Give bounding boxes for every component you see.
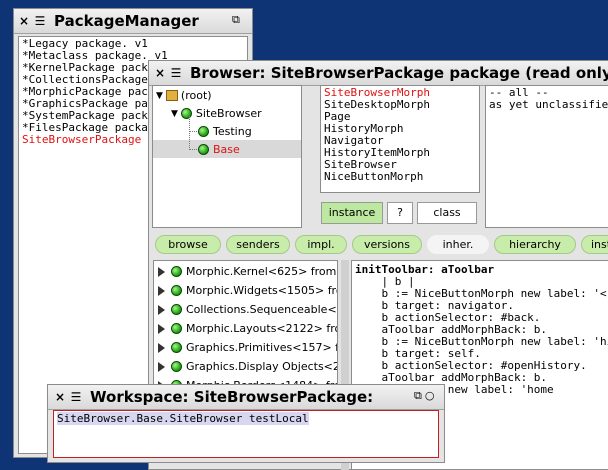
workspace-window[interactable]: × ☰ Workspace: SiteBrowserPackage: ⧉ ○ S…: [47, 384, 445, 463]
window-title: PackageManager: [54, 12, 199, 30]
class-list[interactable]: SiteBrowserMorph SiteDesktopMorph Page H…: [320, 85, 480, 193]
expand-triangle-icon[interactable]: ▼: [156, 91, 163, 101]
tab-inher[interactable]: inher.: [427, 235, 489, 254]
package-tree[interactable]: ▼ (root) ▼ SiteBrowser Testing Base: [152, 85, 302, 228]
browser-titlebar[interactable]: × ☰ Browser: SiteBrowserPackage package …: [149, 61, 608, 86]
tab-hierarchy[interactable]: hierarchy: [494, 235, 576, 254]
package-icon: [171, 361, 182, 372]
menu-icon[interactable]: ☰: [168, 66, 184, 80]
expand-icon[interactable]: ○: [425, 390, 435, 402]
tree-node-sitebrowser[interactable]: ▼ SiteBrowser: [171, 107, 262, 120]
tab-browse[interactable]: browse: [155, 235, 221, 254]
package-icon: [171, 285, 182, 296]
window-title: Browser: SiteBrowserPackage package (rea…: [190, 64, 608, 82]
package-icon: [198, 144, 209, 155]
list-item-label: Morphic.Widgets<1505> fro: [186, 284, 338, 297]
list-item[interactable]: Collections.Sequenceable<: [158, 303, 337, 316]
tree-guide-line: [189, 149, 197, 150]
list-item-label: Graphics.Display Objects<2: [186, 360, 338, 373]
tab-inst[interactable]: inst: [581, 235, 608, 254]
expand-triangle-icon[interactable]: [158, 266, 165, 277]
package-icon: [198, 126, 209, 137]
list-item-label: Morphic.Kernel<625> from: [186, 265, 337, 278]
window-controls: ⧉: [232, 14, 240, 26]
tree-root[interactable]: ▼ (root): [156, 89, 212, 102]
package-icon: [171, 323, 182, 334]
expand-triangle-icon[interactable]: [158, 304, 165, 315]
collapse-icon[interactable]: ⧉: [232, 14, 240, 26]
collapse-icon[interactable]: ⧉: [414, 390, 422, 402]
expand-triangle-icon[interactable]: [158, 342, 165, 353]
package-icon: [171, 266, 182, 277]
menu-icon[interactable]: ☰: [68, 390, 84, 404]
class-side-button[interactable]: class: [417, 202, 477, 224]
tree-node-base[interactable]: Base: [198, 143, 240, 156]
workspace-editor[interactable]: SiteBrowser.Base.SiteBrowser testLocal: [53, 410, 439, 458]
list-item[interactable]: NiceButtonMorph: [321, 171, 479, 183]
expand-triangle-icon[interactable]: ▼: [171, 109, 178, 119]
list-item[interactable]: Graphics.Display Objects<2: [158, 360, 338, 373]
list-item[interactable]: Graphics.Primitives<157> f: [158, 341, 338, 354]
expand-triangle-icon[interactable]: [158, 323, 165, 334]
tree-label: Testing: [213, 125, 252, 138]
list-item-label: Collections.Sequenceable<: [186, 303, 337, 316]
window-controls: ⧉ ○: [414, 390, 434, 402]
list-item[interactable]: as yet unclassified: [486, 99, 608, 111]
package-icon: [171, 342, 182, 353]
expand-triangle-icon[interactable]: [158, 361, 165, 372]
close-icon[interactable]: ×: [52, 390, 68, 404]
expand-triangle-icon[interactable]: [158, 285, 165, 296]
tree-label: SiteBrowser: [195, 107, 262, 120]
menu-icon[interactable]: ☰: [32, 14, 48, 28]
category-list[interactable]: -- all -- as yet unclassified: [485, 85, 608, 228]
close-icon[interactable]: ×: [152, 66, 168, 80]
list-item-label: Graphics.Primitives<157> f: [186, 341, 338, 354]
tab-impl[interactable]: impl.: [295, 235, 347, 254]
workspace-titlebar[interactable]: × ☰ Workspace: SiteBrowserPackage:: [48, 385, 444, 410]
close-icon[interactable]: ×: [16, 14, 32, 28]
tab-senders[interactable]: senders: [226, 235, 290, 254]
tool-tabs: browse senders impl. versions inher. hie…: [153, 235, 608, 255]
window-title: Workspace: SiteBrowserPackage:: [90, 388, 374, 406]
list-item[interactable]: Morphic.Widgets<1505> fro: [158, 284, 338, 297]
package-icon: [171, 304, 182, 315]
folder-icon: [165, 90, 178, 101]
list-item[interactable]: Morphic.Layouts<2122> fro: [158, 322, 338, 335]
instance-button[interactable]: instance: [321, 202, 383, 224]
workspace-text: SiteBrowser.Base.SiteBrowser testLocal: [57, 412, 309, 425]
tree-label: Base: [213, 143, 240, 156]
list-item-label: Morphic.Layouts<2122> fro: [186, 322, 338, 335]
help-button[interactable]: ?: [387, 202, 413, 224]
tree-label: (root): [180, 89, 212, 102]
tab-versions[interactable]: versions: [352, 235, 422, 254]
tree-guide-line: [189, 116, 191, 150]
list-item[interactable]: Morphic.Kernel<625> from: [158, 265, 336, 278]
tree-node-testing[interactable]: Testing: [198, 125, 252, 138]
tree-guide-line: [189, 131, 197, 132]
package-manager-titlebar[interactable]: × ☰ PackageManager: [14, 9, 252, 34]
